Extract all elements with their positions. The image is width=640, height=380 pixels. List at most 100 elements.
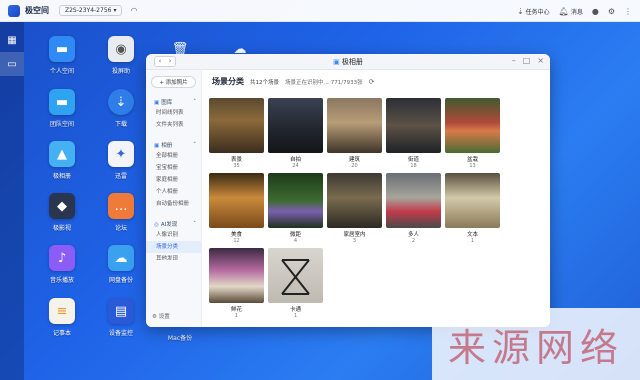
chart-icon: ▤	[108, 298, 134, 324]
desktop-app-team-space[interactable]: ▬ 团队空间	[40, 89, 84, 128]
desktop-app-download[interactable]: ⇣ 下载	[99, 89, 143, 128]
chevron-up-icon: ˄	[193, 98, 196, 105]
scene-thumbnail	[209, 98, 264, 153]
ai-icon: ◎	[154, 221, 159, 228]
sidebar-item-timeline[interactable]: 时间线列表	[146, 107, 201, 119]
bell-icon: 🔔︎	[558, 6, 569, 16]
scene-card-scenery[interactable]: 表景 35	[209, 98, 264, 169]
recognition-progress: 场景正在识别中… 771/7933张	[285, 79, 363, 86]
team-folder-icon: ▬	[49, 89, 75, 115]
scene-thumbnail	[209, 173, 264, 228]
task-center-label: 任务中心	[525, 8, 550, 16]
scene-card-building[interactable]: 建筑 20	[327, 98, 382, 169]
sidebar-item-auto-backup-album[interactable]: 自动备份相册	[146, 198, 201, 210]
scene-card-cartoon[interactable]: 卡通 1	[268, 248, 323, 319]
hourglass-stool-icon	[281, 259, 310, 295]
add-photo-button[interactable]: + 添加照片	[151, 76, 196, 88]
scene-card-group[interactable]: 多人 2	[386, 173, 441, 244]
sidebar-item-other-discovery[interactable]: 其他发现	[146, 253, 201, 260]
window-titlebar[interactable]: ‹ › ▣ 极相册 – □ ×	[146, 54, 550, 70]
desktop-app-personal-space[interactable]: ▬ 个人空间	[40, 36, 84, 75]
notes-icon: ≡	[49, 298, 75, 324]
refresh-icon[interactable]: ⟳	[369, 78, 375, 86]
library-icon: ▣	[154, 99, 160, 106]
scene-card-flowers[interactable]: 鲜花 1	[209, 248, 264, 319]
device-name: Z2S-23Y4-2756	[65, 7, 112, 14]
desktop-app-cloud-backup[interactable]: ☁ 网盘备份	[99, 245, 143, 284]
sidebar-item-personal-album[interactable]: 个人相册	[146, 186, 201, 198]
top-bar: 极空间 Z2S-23Y4-2756 ▾ ◠ ⇣ 任务中心 🔔︎ 消息 ● ⚙ ⋮	[0, 0, 640, 22]
chevron-up-icon: ˄	[193, 220, 196, 227]
messages-button[interactable]: 🔔︎ 消息	[559, 7, 583, 16]
scene-card-text[interactable]: 文本 1	[445, 173, 500, 244]
gear-icon: ⚙	[152, 314, 157, 320]
device-selector[interactable]: Z2S-23Y4-2756 ▾	[59, 5, 123, 16]
maximize-icon[interactable]: □	[523, 56, 531, 65]
close-icon[interactable]: ×	[537, 56, 544, 65]
thunder-icon: ✦	[108, 141, 134, 167]
sidebar-item-baby-album[interactable]: 宝宝相册	[146, 162, 201, 174]
desktop-app-photos[interactable]: ▲ 极相册	[40, 141, 84, 180]
desktop-app-mac-backup[interactable]: Mac备份	[158, 329, 202, 342]
download-icon: ⇣	[516, 6, 524, 16]
cloud-icon: ☁	[108, 245, 134, 271]
download-globe-icon: ⇣	[108, 89, 134, 115]
user-icon[interactable]: ●	[592, 7, 599, 16]
more-icon[interactable]: ⋮	[624, 7, 632, 16]
page-title: 场景分类	[212, 77, 244, 86]
wifi-icon: ◠	[130, 6, 138, 15]
photos-sidebar: + 添加照片 ▣ 图库 ˄ 时间线列表 文件夹列表 ▣ 相册 ˄ 全部相册 宝宝相册…	[146, 70, 202, 327]
messages-label: 消息	[570, 8, 583, 16]
sidebar-item-all-albums[interactable]: 全部相册	[146, 150, 201, 162]
gear-icon[interactable]: ⚙	[608, 7, 615, 16]
sidebar-section-library[interactable]: ▣ 图库 ˄	[146, 96, 201, 107]
photos-window: ‹ › ▣ 极相册 – □ × + 添加照片 ▣ 图库 ˄ 时间线列表 文件夹列表…	[146, 54, 550, 327]
desktop-app-monitor[interactable]: ▤ 设备监控	[99, 298, 143, 337]
scene-card-selfie[interactable]: 自拍 24	[268, 98, 323, 169]
desktop-app-video[interactable]: ◆ 极影视	[40, 193, 84, 232]
desktop-app-cast[interactable]: ◉ 投屏助	[99, 36, 143, 75]
desktop-app-music[interactable]: ♪ 音乐播放	[40, 245, 84, 284]
task-center-button[interactable]: ⇣ 任务中心	[517, 7, 550, 16]
desktop-icon[interactable]: ▭	[0, 52, 24, 76]
watermark: 来源网络	[432, 308, 640, 380]
apps-grid-icon[interactable]: ▦	[0, 28, 24, 52]
scene-count: 共12个场景	[250, 79, 279, 86]
chat-icon: …	[108, 193, 134, 219]
window-title: ▣ 极相册	[333, 58, 363, 66]
cast-icon: ◉	[108, 36, 134, 62]
scene-thumbnail	[386, 173, 441, 228]
desktop-app-forum[interactable]: … 论坛	[99, 193, 143, 232]
photo-icon: ▲	[49, 141, 75, 167]
scene-thumbnail	[268, 173, 323, 228]
brand-name: 极空间	[25, 6, 49, 15]
settings-button[interactable]: ⚙ 设置	[152, 312, 170, 320]
desktop-app-notes[interactable]: ≡ 记事本	[40, 298, 84, 337]
scene-thumbnail	[445, 173, 500, 228]
scene-card-potted-plant[interactable]: 盆栽 13	[445, 98, 500, 169]
minimize-icon[interactable]: –	[512, 56, 516, 65]
sidebar-section-albums[interactable]: ▣ 相册 ˄	[146, 139, 201, 150]
sidebar-item-scene-classification[interactable]: 场景分类	[146, 241, 201, 253]
brand-logo	[8, 4, 20, 17]
music-icon: ♪	[49, 245, 75, 271]
scene-card-street[interactable]: 街道 18	[386, 98, 441, 169]
scene-thumbnail	[268, 248, 323, 303]
desktop-app-thunder[interactable]: ✦ 迅雷	[99, 141, 143, 180]
sidebar-item-folders[interactable]: 文件夹列表	[146, 119, 201, 131]
scene-thumbnail	[209, 248, 264, 303]
sidebar-item-face-recognition[interactable]: 人像识别	[146, 229, 201, 241]
scene-thumbnail	[386, 98, 441, 153]
sidebar-item-family-album[interactable]: 家庭相册	[146, 174, 201, 186]
scene-thumbnail	[327, 98, 382, 153]
scene-grid: 表景 35 自拍 24 建筑 20 街道 18 盆栽 13 美食 12 微距 4…	[209, 98, 500, 319]
album-icon: ▣	[154, 142, 160, 149]
scene-card-food[interactable]: 美食 12	[209, 173, 264, 244]
sidebar-section-ai[interactable]: ◎ AI发现 ˄	[146, 218, 201, 229]
scene-thumbnail	[327, 173, 382, 228]
scene-card-macro[interactable]: 微距 4	[268, 173, 323, 244]
scene-card-home-interior[interactable]: 家居室内 3	[327, 173, 382, 244]
video-icon: ◆	[49, 193, 75, 219]
photos-main: 场景分类 共12个场景 场景正在识别中… 771/7933张 ⟳ 表景 35 自…	[202, 70, 550, 327]
folder-icon: ▬	[49, 36, 75, 62]
